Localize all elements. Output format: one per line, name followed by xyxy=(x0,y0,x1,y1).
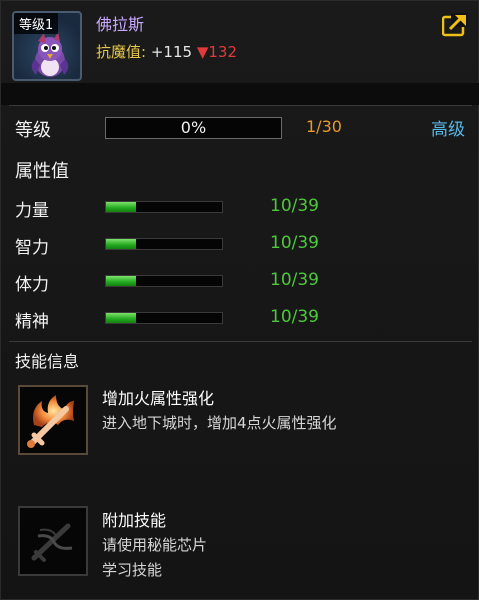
resist-label: 抗魔值: xyxy=(96,43,147,61)
attributes-title: 属性值 xyxy=(15,161,69,182)
stat-fill xyxy=(106,313,136,323)
level-progress-text: 0% xyxy=(180,118,207,137)
divider xyxy=(9,341,472,342)
stat-value-spirit: 10/39 xyxy=(270,307,319,327)
resist-down-value: 132 xyxy=(208,43,238,61)
skill-desc-fire: 进入地下城时，增加4点火属性强化 xyxy=(102,414,337,432)
level-label: 等级 xyxy=(15,120,51,141)
fire-sword-icon[interactable] xyxy=(18,385,88,455)
stat-fill xyxy=(106,202,136,212)
advanced-button[interactable]: 高级 xyxy=(431,115,465,140)
stat-value-vitality: 10/39 xyxy=(270,270,319,290)
empty-skill-icon[interactable] xyxy=(18,506,88,576)
level-progress-bar: 0% xyxy=(105,117,282,139)
skill-desc-extra-line1: 请使用秘能芯片 xyxy=(102,536,208,554)
pet-info-panel: 等级1 佛拉斯 抗魔值: +115 ▼132 等级 0% 1/30 高级 属性值… xyxy=(0,0,479,600)
pet-level-tag: 等级1 xyxy=(14,13,59,34)
skills-title: 技能信息 xyxy=(15,352,80,371)
stat-label-vitality: 体力 xyxy=(15,275,49,295)
stat-fill xyxy=(106,239,136,249)
stat-bar-intelligence xyxy=(105,238,223,250)
pet-avatar[interactable]: 等级1 xyxy=(12,11,82,81)
skill-name-fire: 增加火属性强化 xyxy=(102,389,215,408)
stat-label-spirit: 精神 xyxy=(15,312,49,332)
stat-label-strength: 力量 xyxy=(15,201,49,221)
stat-bar-spirit xyxy=(105,312,223,324)
stat-value-intelligence: 10/39 xyxy=(270,233,319,253)
resist-value: 抗魔值: +115 ▼132 xyxy=(96,41,237,62)
divider xyxy=(9,105,472,106)
stat-value-strength: 10/39 xyxy=(270,196,319,216)
skill-desc-extra-line2: 学习技能 xyxy=(102,561,163,579)
share-icon[interactable] xyxy=(441,13,468,37)
bird-icon xyxy=(31,32,69,77)
down-arrow-icon: ▼ xyxy=(196,43,209,61)
level-count: 1/30 xyxy=(306,117,342,136)
pet-name: 佛拉斯 xyxy=(96,15,145,34)
stat-label-intelligence: 智力 xyxy=(15,238,49,258)
stat-bar-vitality xyxy=(105,275,223,287)
resist-up-value: +115 xyxy=(150,43,193,61)
skill-name-extra: 附加技能 xyxy=(102,511,167,530)
stat-fill xyxy=(106,276,136,286)
header-divider-band xyxy=(1,83,479,105)
stat-bar-strength xyxy=(105,201,223,213)
